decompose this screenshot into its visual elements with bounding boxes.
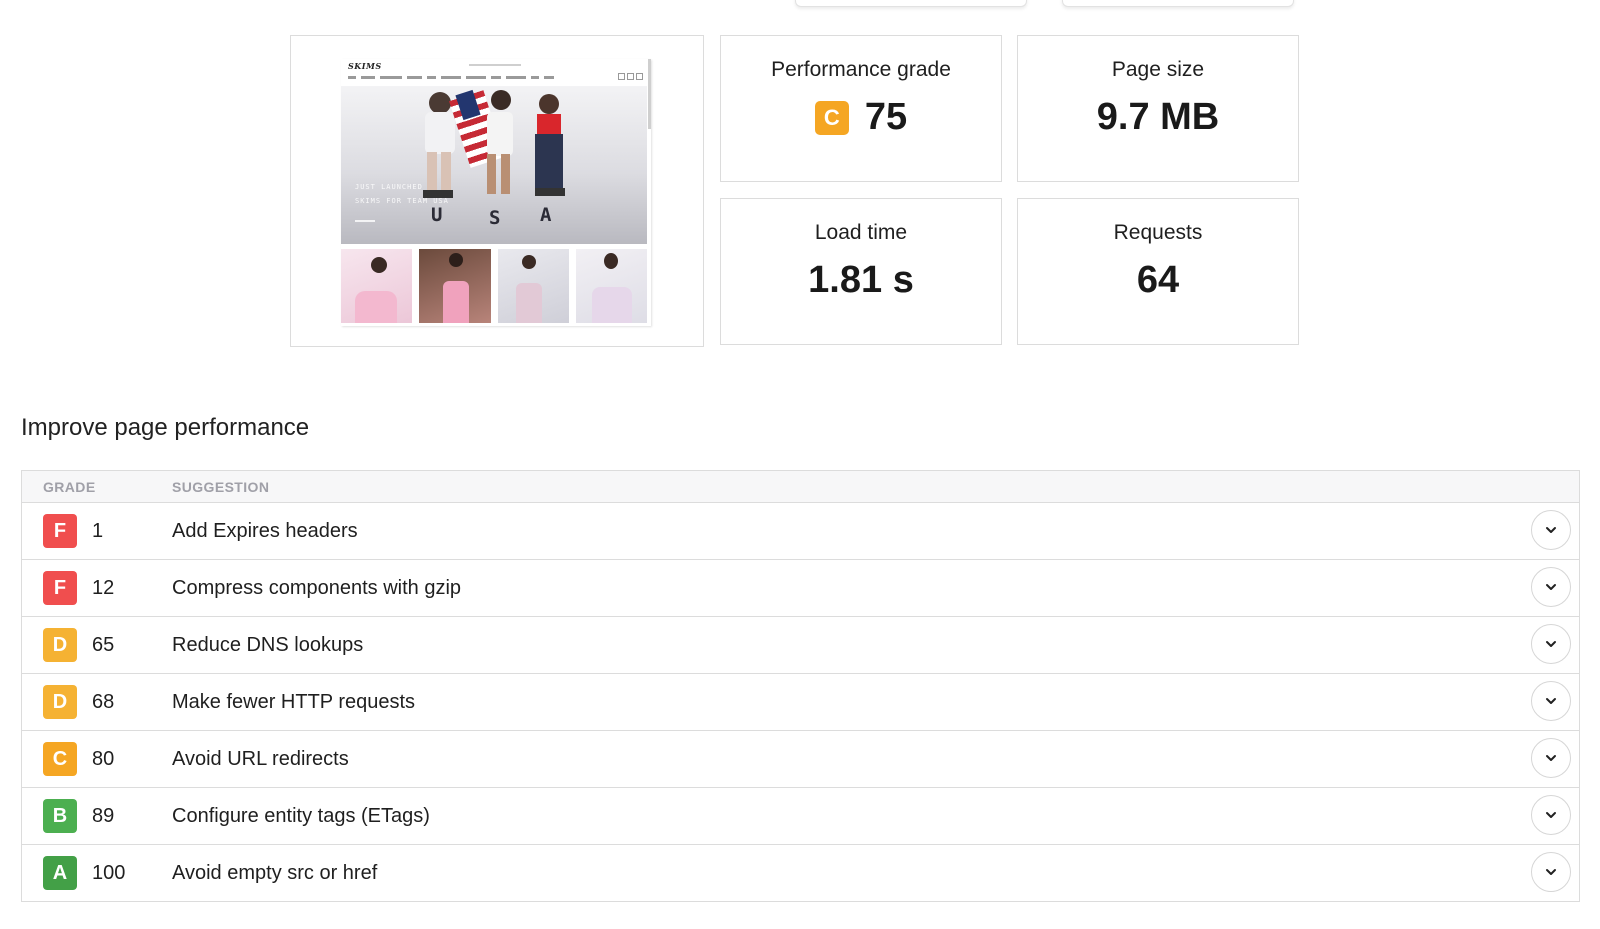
- score-value: 100: [92, 861, 126, 884]
- expand-button[interactable]: [1531, 681, 1571, 721]
- table-row[interactable]: D 68 Make fewer HTTP requests: [22, 674, 1579, 731]
- expand-button[interactable]: [1531, 510, 1571, 550]
- grade-badge: F: [43, 514, 77, 548]
- suggestions-table: GRADE SUGGESTION F 1 Add Expires headers F 1…: [21, 470, 1580, 902]
- product-thumbnails: [341, 249, 647, 323]
- load-time-label: Load time: [814, 221, 908, 244]
- site-logo: SKIMS: [348, 61, 382, 71]
- section-title: Improve page performance: [21, 414, 310, 441]
- table-row[interactable]: D 65 Reduce DNS lookups: [22, 617, 1579, 674]
- chevron-down-icon: [1546, 527, 1556, 533]
- chevron-down-icon: [1546, 641, 1556, 647]
- score-value: 1: [92, 519, 104, 542]
- hero-banner: JUST LAUNCHED SKIMS FOR TEAM USA U S A: [341, 86, 647, 244]
- table-row[interactable]: A 100 Avoid empty src or href: [22, 845, 1579, 901]
- hero-letter-s: S: [489, 207, 501, 229]
- page-size-card: Page size 9.7 MB: [1017, 35, 1299, 182]
- suggestion-column-header: SUGGESTION: [172, 478, 270, 495]
- score-value: 12: [92, 576, 115, 599]
- expand-button[interactable]: [1531, 738, 1571, 778]
- table-row[interactable]: F 12 Compress components with gzip: [22, 560, 1579, 617]
- suggestion-text: Add Expires headers: [172, 519, 358, 542]
- suggestion-text: Make fewer HTTP requests: [172, 690, 416, 713]
- performance-grade-value: 75: [864, 96, 908, 138]
- score-value: 80: [92, 747, 115, 770]
- hero-line-1: JUST LAUNCHED: [355, 183, 423, 191]
- suggestion-text: Avoid URL redirects: [172, 747, 349, 770]
- chevron-down-icon: [1546, 584, 1556, 590]
- score-value: 65: [92, 633, 115, 656]
- page-screenshot-card: SKIMS JUST LAUNCHED SKIMS FOR TEAM USA U…: [290, 35, 704, 347]
- requests-label: Requests: [1113, 221, 1203, 244]
- performance-grade-badge: C: [814, 100, 849, 135]
- grade-badge: F: [43, 571, 77, 605]
- table-row[interactable]: C 80 Avoid URL redirects: [22, 731, 1579, 788]
- table-row[interactable]: B 89 Configure entity tags (ETags): [22, 788, 1579, 845]
- chevron-down-icon: [1546, 698, 1556, 704]
- chevron-down-icon: [1546, 812, 1556, 818]
- suggestion-text: Reduce DNS lookups: [172, 633, 364, 656]
- hero-letter-a: A: [540, 204, 552, 226]
- chevron-down-icon: [1546, 869, 1556, 875]
- grade-badge: A: [43, 856, 77, 890]
- load-time-value: 1.81 s: [808, 259, 914, 301]
- expand-button[interactable]: [1531, 795, 1571, 835]
- performance-grade-label: Performance grade: [771, 58, 951, 81]
- page-size-label: Page size: [1111, 58, 1205, 81]
- grade-badge: D: [43, 685, 77, 719]
- top-action-button-1[interactable]: [795, 0, 1027, 7]
- page-screenshot: SKIMS JUST LAUNCHED SKIMS FOR TEAM USA U…: [341, 59, 651, 326]
- score-value: 89: [92, 804, 115, 827]
- requests-card: Requests 64: [1017, 198, 1299, 345]
- requests-value: 64: [1136, 259, 1180, 301]
- page-size-value: 9.7 MB: [1096, 96, 1220, 138]
- suggestion-text: Compress components with gzip: [172, 576, 462, 599]
- expand-button[interactable]: [1531, 624, 1571, 664]
- grade-column-header: GRADE: [43, 478, 96, 495]
- suggestion-text: Configure entity tags (ETags): [172, 804, 430, 827]
- table-row[interactable]: F 1 Add Expires headers: [22, 503, 1579, 560]
- hero-letter-u: U: [431, 204, 443, 226]
- grade-badge: C: [43, 742, 77, 776]
- table-header: GRADE SUGGESTION: [22, 471, 1579, 503]
- chevron-down-icon: [1546, 755, 1556, 761]
- expand-button[interactable]: [1531, 567, 1571, 607]
- grade-badge: D: [43, 628, 77, 662]
- suggestion-text: Avoid empty src or href: [172, 861, 378, 884]
- score-value: 68: [92, 690, 115, 713]
- top-action-button-2[interactable]: [1062, 0, 1294, 7]
- load-time-card: Load time 1.81 s: [720, 198, 1002, 345]
- expand-button[interactable]: [1531, 852, 1571, 892]
- grade-badge: B: [43, 799, 77, 833]
- performance-grade-card: Performance grade C 75: [720, 35, 1002, 182]
